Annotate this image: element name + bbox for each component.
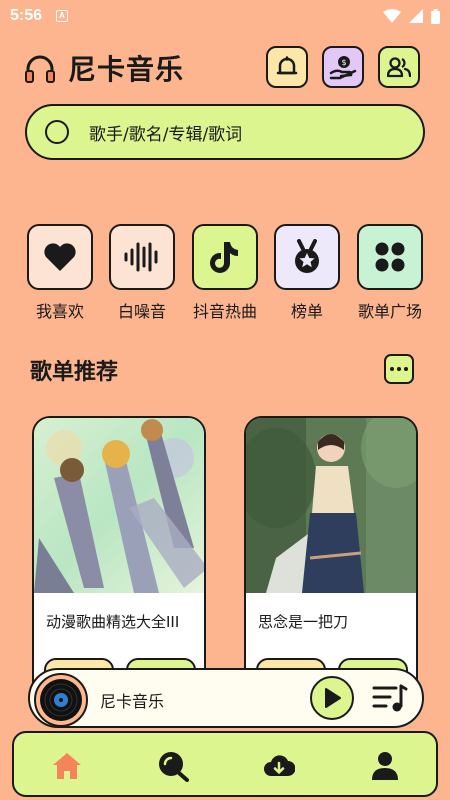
play-icon (325, 688, 341, 708)
waveform-icon (124, 242, 158, 272)
signal-icon (409, 9, 423, 23)
grid-icon (375, 242, 405, 272)
users-icon (387, 57, 411, 78)
playlist-title: 动漫歌曲精选大全III (46, 613, 180, 631)
home-icon (53, 753, 81, 779)
bottom-tab-bar (12, 731, 438, 797)
category-label: 抖音热曲 (192, 302, 257, 321)
more-dot (390, 367, 394, 371)
mini-player[interactable]: 尼卡音乐 (28, 668, 424, 728)
status-icons (383, 8, 440, 24)
svg-text:$: $ (341, 58, 346, 67)
download-icon (264, 755, 295, 776)
search-icon (159, 752, 189, 782)
battery-icon (431, 8, 440, 24)
category-label: 我喜欢 (35, 302, 84, 321)
vinyl-disc-icon (40, 679, 82, 721)
playlist-button[interactable] (372, 682, 408, 714)
more-dot (404, 367, 408, 371)
search-icon (45, 120, 69, 144)
search-placeholder: 歌手/歌名/专辑/歌词 (89, 124, 243, 145)
section-title: 歌单推荐 (30, 360, 119, 385)
wifi-icon (383, 9, 401, 23)
search-bar[interactable]: 歌手/歌名/专辑/歌词 (25, 104, 425, 160)
money-bag-icon: $ (329, 56, 357, 80)
play-button[interactable] (310, 676, 354, 720)
playlist-icon (372, 684, 408, 712)
category-box (27, 224, 93, 290)
status-bar: 5:56 A (0, 0, 450, 32)
album-disc (34, 673, 88, 727)
category-box (192, 224, 258, 290)
more-dot (397, 367, 401, 371)
category-my-favorites[interactable]: 我喜欢 (25, 224, 95, 322)
app-title: 尼卡音乐 (68, 53, 185, 86)
medal-icon (295, 239, 319, 273)
app-header: 尼卡音乐 $ (24, 46, 424, 90)
notification-button[interactable] (266, 46, 308, 88)
playlist-cover-girl (246, 418, 416, 593)
friends-button[interactable] (378, 46, 420, 88)
tiktok-icon (210, 242, 238, 273)
playlist-title: 思念是一把刀 (258, 613, 349, 631)
category-label: 白噪音 (117, 302, 166, 321)
category-row: 我喜欢 白噪音 抖音热曲 榜单 歌单广场 (25, 224, 425, 324)
category-charts[interactable]: 榜单 (272, 224, 342, 322)
tab-download[interactable] (262, 749, 296, 783)
category-playlist-square[interactable]: 歌单广场 (355, 224, 425, 322)
tab-search[interactable] (156, 749, 190, 783)
user-icon (372, 752, 398, 780)
category-box (109, 224, 175, 290)
tab-profile[interactable] (368, 749, 402, 783)
headphones-icon (25, 55, 55, 83)
notification-icon: A (56, 10, 69, 22)
category-box (274, 224, 340, 290)
category-label: 榜单 (290, 302, 323, 321)
category-white-noise[interactable]: 白噪音 (107, 224, 177, 322)
tab-home[interactable] (50, 749, 84, 783)
category-douyin-hits[interactable]: 抖音热曲 (190, 224, 260, 322)
money-button[interactable]: $ (322, 46, 364, 88)
bell-icon (276, 56, 298, 75)
category-box (357, 224, 423, 290)
category-label: 歌单广场 (357, 302, 422, 321)
more-button[interactable] (384, 354, 414, 384)
player-title: 尼卡音乐 (100, 692, 165, 711)
heart-icon (44, 243, 76, 271)
status-time: 5:56 (10, 7, 43, 24)
playlist-cover-anime (34, 418, 204, 593)
